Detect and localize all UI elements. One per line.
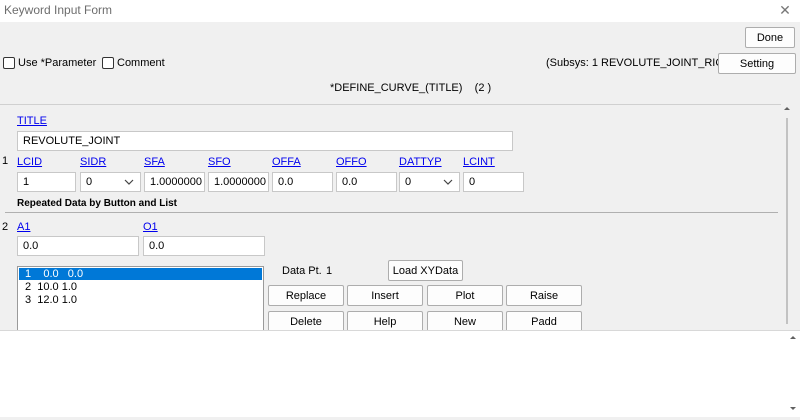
use-parameter-checkbox[interactable] <box>3 57 15 69</box>
help-button[interactable]: Help <box>347 311 423 332</box>
scroll-up-arrow-icon[interactable] <box>790 336 796 339</box>
dattyp-label[interactable]: DATTYP <box>399 156 442 168</box>
comment-checkbox[interactable] <box>102 57 114 69</box>
section-divider <box>5 212 778 213</box>
sidr-label[interactable]: SIDR <box>80 156 106 168</box>
offo-label[interactable]: OFFO <box>336 156 367 168</box>
sfo-label[interactable]: SFO <box>208 156 231 168</box>
new-button[interactable]: New <box>427 311 503 332</box>
dattyp-select[interactable]: 0 <box>399 172 460 192</box>
offa-input[interactable]: 0.0 <box>272 172 333 192</box>
lcint-label[interactable]: LCINT <box>463 156 495 168</box>
sidr-select[interactable]: 0 <box>80 172 141 192</box>
card-row-number: 1 <box>2 155 9 167</box>
lcid-label[interactable]: LCID <box>17 156 42 168</box>
sfa-label[interactable]: SFA <box>144 156 165 168</box>
lcid-input[interactable]: 1 <box>17 172 76 192</box>
chevron-down-icon <box>124 179 134 185</box>
plot-button[interactable]: Plot <box>427 285 503 306</box>
list-item[interactable]: 3 12.0 1.0 <box>19 294 77 306</box>
sfa-input[interactable]: 1.0000000 <box>144 172 205 192</box>
data-point-list[interactable]: 1 0.0 0.0 2 10.0 1.0 3 12.0 1.0 <box>17 266 264 336</box>
form-scrollbar[interactable] <box>781 104 793 330</box>
offo-input[interactable]: 0.0 <box>336 172 397 192</box>
close-icon[interactable]: ✕ <box>778 1 792 19</box>
replace-button[interactable]: Replace <box>268 285 344 306</box>
a1-label[interactable]: A1 <box>17 221 30 233</box>
message-panel[interactable] <box>0 330 800 417</box>
subsys-text: (Subsys: 1 REVOLUTE_JOINT_RIGID.k) <box>546 57 748 69</box>
offa-label[interactable]: OFFA <box>272 156 301 168</box>
repeated-data-heading: Repeated Data by Button and List <box>17 198 178 209</box>
scroll-up-arrow-icon[interactable] <box>784 107 790 110</box>
lcint-input[interactable]: 0 <box>463 172 524 192</box>
insert-button[interactable]: Insert <box>347 285 423 306</box>
setting-button[interactable]: Setting <box>718 53 796 74</box>
comment-label: Comment <box>117 57 165 69</box>
delete-button[interactable]: Delete <box>268 311 344 332</box>
keyword-title: *DEFINE_CURVE_(TITLE) (2 ) <box>330 82 492 94</box>
data-pt-label: Data Pt. <box>282 265 322 277</box>
repeated-row-number: 2 <box>2 221 9 233</box>
load-xydata-button[interactable]: Load XYData <box>388 260 463 281</box>
padd-button[interactable]: Padd <box>506 311 582 332</box>
use-parameter-label: Use *Parameter <box>18 57 97 69</box>
raise-button[interactable]: Raise <box>506 285 582 306</box>
title-label[interactable]: TITLE <box>17 115 47 127</box>
list-item-selected[interactable]: 1 0.0 0.0 <box>19 268 262 280</box>
data-pt-value: 1 <box>326 265 333 277</box>
chevron-down-icon <box>443 179 453 185</box>
scroll-down-arrow-icon[interactable] <box>790 407 796 410</box>
list-item[interactable]: 2 10.0 1.0 <box>19 281 77 293</box>
a1-input[interactable]: 0.0 <box>17 236 139 256</box>
dattyp-value: 0 <box>405 176 412 188</box>
sfo-input[interactable]: 1.0000000 <box>208 172 269 192</box>
window-title: Keyword Input Form <box>4 3 113 17</box>
title-input[interactable]: REVOLUTE_JOINT <box>17 131 513 151</box>
o1-input[interactable]: 0.0 <box>143 236 265 256</box>
done-button[interactable]: Done <box>745 27 795 48</box>
message-panel-scrollbar[interactable] <box>787 330 799 417</box>
scrollbar-track[interactable] <box>786 118 788 324</box>
sidr-value: 0 <box>86 176 93 188</box>
window-titlebar: Keyword Input Form ✕ <box>0 0 800 22</box>
o1-label[interactable]: O1 <box>143 221 158 233</box>
